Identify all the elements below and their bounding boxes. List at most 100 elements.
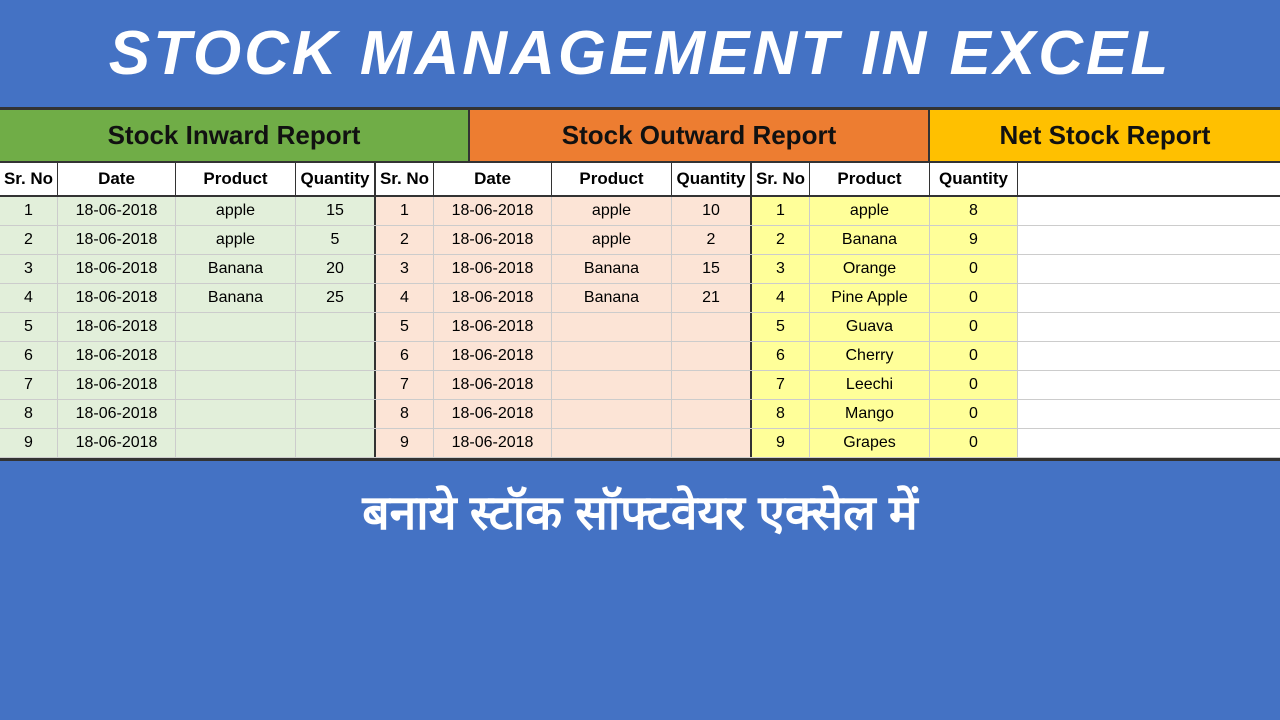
outward-header: Stock Outward Report bbox=[470, 110, 930, 161]
table-cell: 6 bbox=[0, 342, 58, 370]
table-cell bbox=[176, 429, 296, 457]
table-cell bbox=[552, 429, 672, 457]
table-row: 618-06-2018618-06-20186Cherry0 bbox=[0, 342, 1280, 371]
col-iw-qty: Quantity bbox=[296, 163, 376, 195]
table-cell: 18-06-2018 bbox=[434, 255, 552, 283]
table-cell bbox=[672, 313, 752, 341]
table-cell: 18-06-2018 bbox=[434, 400, 552, 428]
table-cell: 20 bbox=[296, 255, 376, 283]
table-cell bbox=[552, 313, 672, 341]
table-cell: 9 bbox=[0, 429, 58, 457]
col-net-srno: Sr. No bbox=[752, 163, 810, 195]
table-cell: 18-06-2018 bbox=[434, 197, 552, 225]
table-cell: Orange bbox=[810, 255, 930, 283]
table-cell: 1 bbox=[376, 197, 434, 225]
table-cell: 18-06-2018 bbox=[434, 284, 552, 312]
table-cell: 7 bbox=[376, 371, 434, 399]
table-cell: 18-06-2018 bbox=[434, 226, 552, 254]
table-cell bbox=[672, 371, 752, 399]
table-cell: 6 bbox=[376, 342, 434, 370]
net-header: Net Stock Report bbox=[930, 110, 1280, 161]
table-cell bbox=[176, 400, 296, 428]
table-cell: 4 bbox=[752, 284, 810, 312]
table-cell: 18-06-2018 bbox=[58, 400, 176, 428]
table-cell: 3 bbox=[0, 255, 58, 283]
table-cell: 0 bbox=[930, 342, 1018, 370]
table-cell: 2 bbox=[376, 226, 434, 254]
col-ow-date: Date bbox=[434, 163, 552, 195]
table-cell: 5 bbox=[752, 313, 810, 341]
table-row: 918-06-2018918-06-20189Grapes0 bbox=[0, 429, 1280, 458]
table-cell bbox=[296, 400, 376, 428]
table-cell: apple bbox=[552, 226, 672, 254]
table-cell bbox=[296, 342, 376, 370]
table-cell: 7 bbox=[0, 371, 58, 399]
table-cell: 0 bbox=[930, 255, 1018, 283]
table-cell: 2 bbox=[0, 226, 58, 254]
table-cell: 9 bbox=[376, 429, 434, 457]
table-cell: 15 bbox=[672, 255, 752, 283]
table-cell: 5 bbox=[376, 313, 434, 341]
table-cell: 8 bbox=[0, 400, 58, 428]
table-row: 118-06-2018apple15118-06-2018apple101app… bbox=[0, 197, 1280, 226]
table-cell: 5 bbox=[296, 226, 376, 254]
table-cell: apple bbox=[552, 197, 672, 225]
table-cell: 9 bbox=[752, 429, 810, 457]
bottom-banner: बनाये स्टॉक सॉफ्टवेयर एक्सेल में bbox=[0, 461, 1280, 562]
col-ow-product: Product bbox=[552, 163, 672, 195]
table-cell: 0 bbox=[930, 371, 1018, 399]
table-cell: 0 bbox=[930, 313, 1018, 341]
table-cell: 3 bbox=[376, 255, 434, 283]
table-row: 318-06-2018Banana20318-06-2018Banana153O… bbox=[0, 255, 1280, 284]
table-cell: 18-06-2018 bbox=[58, 284, 176, 312]
section-headers: Stock Inward Report Stock Outward Report… bbox=[0, 110, 1280, 161]
col-net-qty: Quantity bbox=[930, 163, 1018, 195]
table-cell: Banana bbox=[552, 255, 672, 283]
table-cell: 18-06-2018 bbox=[58, 342, 176, 370]
table-cell: 18-06-2018 bbox=[434, 371, 552, 399]
table-row: 518-06-2018518-06-20185Guava0 bbox=[0, 313, 1280, 342]
table-cell: apple bbox=[810, 197, 930, 225]
table-cell: 18-06-2018 bbox=[434, 342, 552, 370]
table-cell: 18-06-2018 bbox=[58, 313, 176, 341]
table-cell: 10 bbox=[672, 197, 752, 225]
table-cell bbox=[176, 313, 296, 341]
col-iw-date: Date bbox=[58, 163, 176, 195]
table-cell: Banana bbox=[176, 255, 296, 283]
table-cell: 1 bbox=[0, 197, 58, 225]
table-cell: 7 bbox=[752, 371, 810, 399]
table-row: 818-06-2018818-06-20188Mango0 bbox=[0, 400, 1280, 429]
inward-header: Stock Inward Report bbox=[0, 110, 470, 161]
table-cell: Banana bbox=[810, 226, 930, 254]
table-cell: 25 bbox=[296, 284, 376, 312]
table-cell: 18-06-2018 bbox=[58, 429, 176, 457]
col-ow-qty: Quantity bbox=[672, 163, 752, 195]
table-cell: Mango bbox=[810, 400, 930, 428]
table-cell: 1 bbox=[752, 197, 810, 225]
table-cell: 3 bbox=[752, 255, 810, 283]
table-cell bbox=[296, 313, 376, 341]
col-iw-srno: Sr. No bbox=[0, 163, 58, 195]
table-cell: Banana bbox=[176, 284, 296, 312]
table-row: 218-06-2018apple5218-06-2018apple22Banan… bbox=[0, 226, 1280, 255]
table-cell: apple bbox=[176, 197, 296, 225]
table-cell bbox=[672, 400, 752, 428]
table-cell: 6 bbox=[752, 342, 810, 370]
table-cell bbox=[176, 342, 296, 370]
table-cell: Cherry bbox=[810, 342, 930, 370]
table-cell: 8 bbox=[930, 197, 1018, 225]
table-cell: 18-06-2018 bbox=[58, 371, 176, 399]
table-cell bbox=[176, 371, 296, 399]
table-row: 718-06-2018718-06-20187Leechi0 bbox=[0, 371, 1280, 400]
table-cell: 18-06-2018 bbox=[58, 255, 176, 283]
table-cell: 18-06-2018 bbox=[58, 226, 176, 254]
main-title: STOCK MANAGEMENT IN EXCEL bbox=[0, 0, 1280, 107]
table-cell: 18-06-2018 bbox=[58, 197, 176, 225]
table-cell: 15 bbox=[296, 197, 376, 225]
col-headers: Sr. No Date Product Quantity Sr. No Date… bbox=[0, 161, 1280, 197]
table-cell: 5 bbox=[0, 313, 58, 341]
table-cell: 8 bbox=[376, 400, 434, 428]
table-cell: Grapes bbox=[810, 429, 930, 457]
table-cell: 0 bbox=[930, 400, 1018, 428]
table-cell: 2 bbox=[672, 226, 752, 254]
